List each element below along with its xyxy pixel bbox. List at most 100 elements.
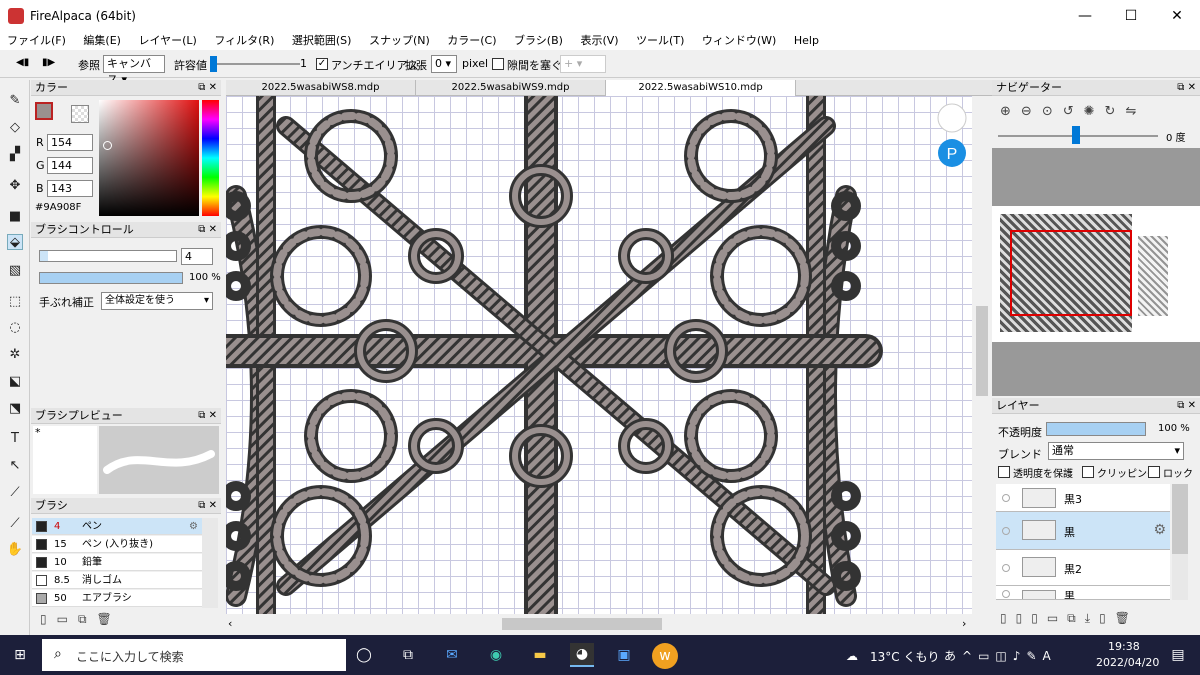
fill-rect-tool-icon[interactable]: ■ (7, 208, 23, 224)
layer-row[interactable]: 黒3 (996, 484, 1170, 512)
tab-ws8[interactable]: 2022.5wasabiWS8.mdp (226, 80, 416, 96)
weather-icon[interactable]: ☁ (846, 649, 858, 663)
divide-tool-icon[interactable]: ⟋ (7, 484, 23, 500)
menu-file[interactable]: ファイル(F) (0, 32, 73, 50)
cortana-icon[interactable]: ◯ (352, 643, 376, 667)
brush-size-slider[interactable] (39, 250, 177, 262)
scroll-right-icon[interactable]: › (962, 617, 966, 630)
hand-tool-icon[interactable]: ✋ (7, 541, 23, 557)
menu-tool[interactable]: ツール(T) (629, 32, 691, 50)
gap-checkbox[interactable] (492, 58, 504, 70)
canvas-vertical-scrollbar[interactable] (972, 96, 992, 614)
tolerance-slider[interactable] (210, 63, 300, 65)
saturation-value-picker[interactable] (99, 100, 199, 216)
trash-icon[interactable]: 🗑 (97, 612, 122, 626)
menu-edit[interactable]: 編集(E) (76, 32, 128, 50)
panel-float-close-icon[interactable]: ⧉ ✕ (198, 498, 217, 514)
select-eraser-tool-icon[interactable]: ⬔ (7, 400, 23, 416)
visibility-icon[interactable] (1002, 564, 1010, 572)
tab-ws9[interactable]: 2022.5wasabiWS9.mdp (416, 80, 606, 96)
ime-icon[interactable]: あ (944, 649, 962, 663)
operation-tool-icon[interactable]: ↖ (7, 457, 23, 473)
layer-row[interactable]: 黒2 (996, 550, 1170, 586)
pen-icon[interactable]: ✎ (1026, 649, 1042, 663)
zoom-out-icon[interactable]: ⊖ (1021, 104, 1042, 119)
battery-icon[interactable]: ▭ (978, 649, 995, 663)
antialias-checkbox[interactable]: ✓ (316, 58, 328, 70)
tab-ws10[interactable]: 2022.5wasabiWS10.mdp (606, 80, 796, 96)
brush-item[interactable]: 50 エアブラシ (32, 590, 202, 607)
maximize-button[interactable]: ☐ (1108, 0, 1154, 32)
layer-scroll-thumb[interactable] (1172, 484, 1188, 554)
lasso-tool-icon[interactable]: ◌ (7, 319, 23, 335)
clear-layer-icon[interactable]: ▯ (1099, 611, 1115, 625)
menu-view[interactable]: 表示(V) (573, 32, 625, 50)
rotate-left-icon[interactable]: ↺ (1063, 104, 1084, 119)
select-pen-tool-icon[interactable]: ⬕ (7, 373, 23, 389)
gear-icon[interactable]: ⚙ (1153, 522, 1166, 538)
vscroll-thumb[interactable] (976, 306, 988, 396)
merge-down-icon[interactable]: ⤓ (1085, 611, 1099, 625)
stabilizer-select[interactable]: 全体設定を使う ▾ (101, 292, 213, 310)
r-input[interactable]: 154 (47, 134, 93, 151)
picker-cursor[interactable] (103, 141, 112, 150)
menu-window[interactable]: ウィンドウ(W) (695, 32, 783, 50)
menu-color[interactable]: カラー(C) (440, 32, 503, 50)
rotate-right-icon[interactable]: ↻ (1105, 104, 1126, 119)
expand-select[interactable]: 0 ▾ (431, 55, 457, 73)
panel-float-close-icon[interactable]: ⧉ ✕ (1177, 80, 1196, 96)
dot-pen-tool-icon[interactable]: ▞ (7, 146, 23, 162)
panel-float-close-icon[interactable]: ⧉ ✕ (198, 408, 217, 424)
hscroll-thumb[interactable] (502, 618, 662, 630)
minimize-button[interactable]: — (1062, 0, 1108, 32)
b-input[interactable]: 143 (47, 180, 93, 197)
navigator-thumbnail[interactable] (992, 206, 1200, 342)
panel-float-close-icon[interactable]: ⧉ ✕ (198, 80, 217, 96)
volume-icon[interactable]: ♪ (1013, 649, 1027, 663)
rotation-slider-handle[interactable] (1072, 126, 1080, 144)
zoom-reset-icon[interactable]: ⊙ (1042, 104, 1063, 119)
brush-size-input[interactable]: 4 (181, 248, 213, 265)
rect-select-tool-icon[interactable]: ⬚ (7, 293, 23, 309)
layer-row[interactable]: 黒 ⚙ (996, 512, 1170, 550)
viewport-rect[interactable] (1010, 230, 1132, 316)
flip-icon[interactable]: ⇋ (1125, 104, 1146, 119)
brush-list-scrollbar[interactable] (202, 518, 218, 608)
new-1bit-layer-icon[interactable]: ▯ (1031, 611, 1047, 625)
secondary-color-swatch[interactable] (71, 105, 89, 123)
ref-select[interactable]: キャンバス ▾ (103, 55, 165, 86)
menu-select[interactable]: 選択範囲(S) (285, 32, 359, 50)
gear-icon[interactable]: ⚙ (189, 518, 198, 535)
layer-opacity-slider[interactable] (1046, 422, 1146, 436)
layer-list-scrollbar[interactable] (1172, 484, 1188, 600)
windows-start-icon[interactable]: ⊞ (8, 643, 32, 667)
app-w-icon[interactable]: w (652, 643, 678, 669)
duplicate-icon[interactable]: ⧉ (78, 612, 97, 626)
firealpaca-taskbar-icon[interactable]: ◕ (570, 643, 594, 667)
new-brush-icon[interactable]: ▯ (40, 612, 57, 626)
store-icon[interactable]: ▣ (612, 643, 636, 667)
brush-item[interactable]: 15 ペン (入り抜き) (32, 536, 202, 553)
zoom-in-icon[interactable]: ⊕ (1000, 104, 1021, 119)
taskbar-search-box[interactable]: ⌕ ここに入力して検索 (42, 639, 346, 671)
file-explorer-icon[interactable]: ▬ (528, 643, 552, 667)
brush-item[interactable]: 10 鉛筆 (32, 554, 202, 571)
protect-alpha-checkbox[interactable] (998, 466, 1010, 478)
layer-row[interactable]: 黒 (996, 586, 1170, 600)
menu-filter[interactable]: フィルタ(R) (207, 32, 281, 50)
menu-snap[interactable]: スナップ(N) (362, 32, 437, 50)
pen-tool-icon[interactable]: ✎ (7, 92, 23, 108)
gap-select[interactable]: + ▾ (560, 55, 606, 73)
next-icon[interactable]: ▮▶ (42, 57, 55, 68)
weather-text[interactable]: 13°C くもり (870, 648, 939, 665)
hue-slider[interactable] (202, 100, 219, 216)
canvas-horizontal-scrollbar[interactable]: ‹ › (226, 614, 972, 634)
visibility-icon[interactable] (1002, 494, 1010, 502)
language-icon[interactable]: A (1043, 649, 1057, 663)
move-tool-icon[interactable]: ✥ (7, 177, 23, 193)
brush-item[interactable]: 4 ペン ⚙ (32, 518, 202, 535)
visibility-icon[interactable] (1002, 590, 1010, 598)
task-view-icon[interactable]: ⧉ (396, 643, 420, 667)
panel-float-close-icon[interactable]: ⧉ ✕ (198, 222, 217, 238)
eraser-tool-icon[interactable]: ◇ (7, 119, 23, 135)
